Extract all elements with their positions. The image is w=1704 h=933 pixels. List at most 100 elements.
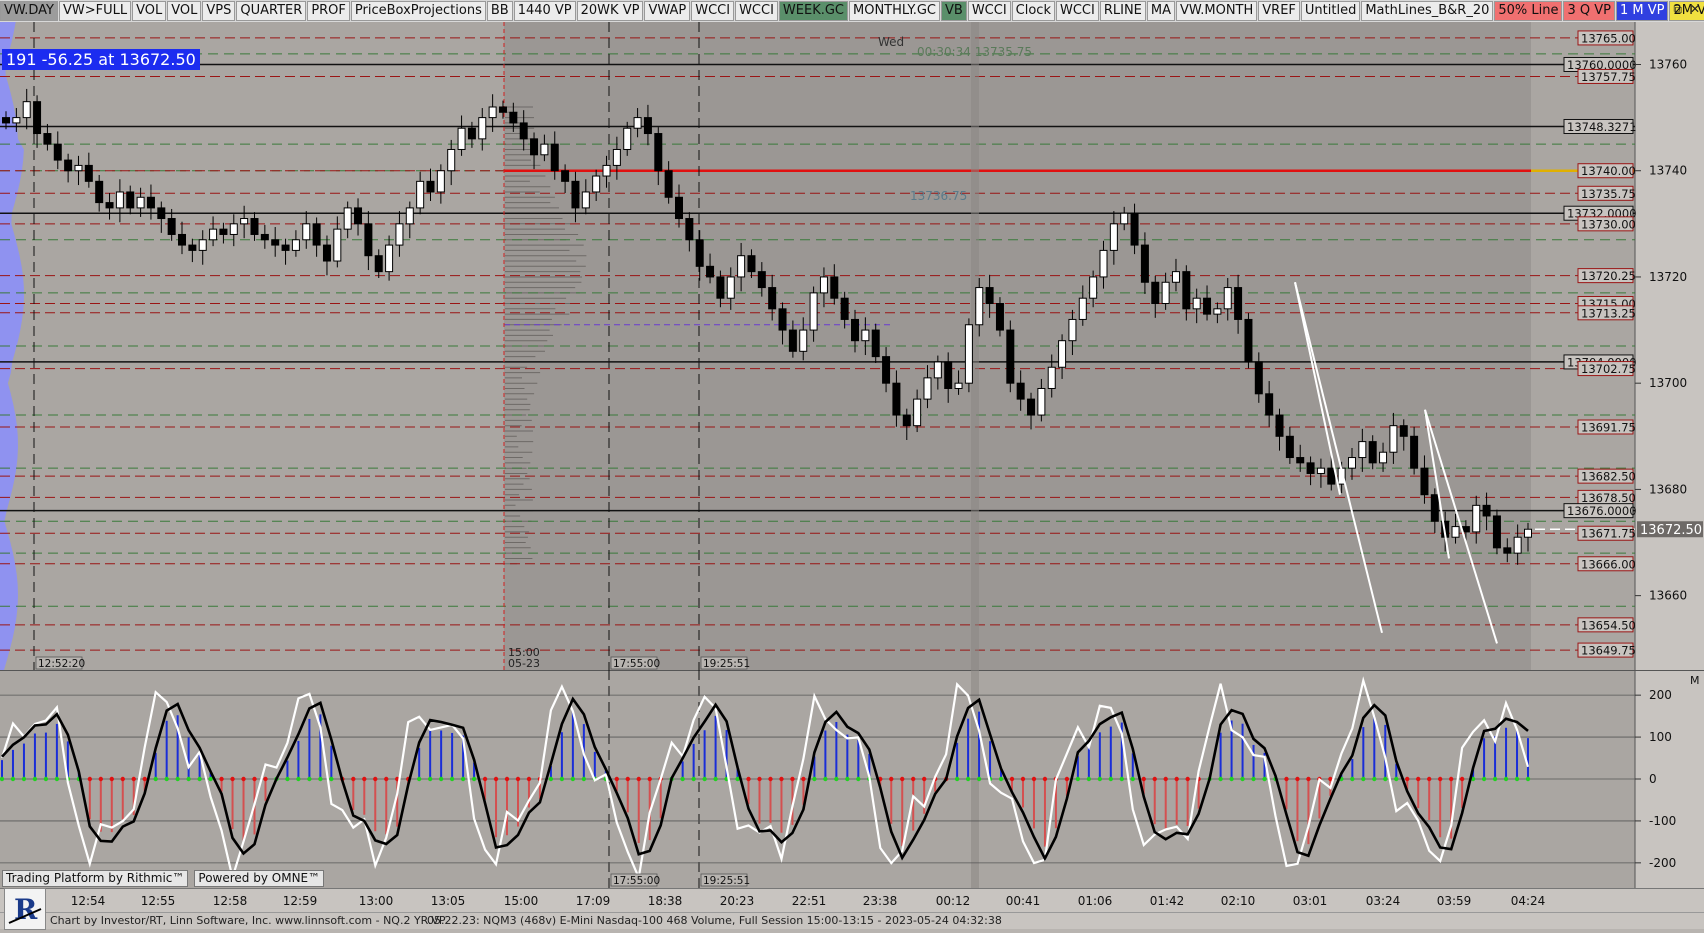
time-tick-label: 01:42 xyxy=(1149,894,1185,908)
toolbar-button-prof[interactable]: PROF xyxy=(307,1,350,21)
osc-zero-dot xyxy=(1020,776,1026,782)
vline-tag-text: 17:55:00 xyxy=(613,658,660,670)
osc-tick-label: -100 xyxy=(1649,814,1676,828)
toolbar-button-wcci[interactable]: WCCI xyxy=(691,1,735,21)
osc-zero-dot xyxy=(1097,776,1103,782)
candle-body xyxy=(1327,467,1336,485)
osc-zero-dot xyxy=(812,776,817,782)
osc-zero-dot xyxy=(21,776,27,782)
osc-zero-dot xyxy=(548,776,554,782)
toolbar-button-vol[interactable]: VOL xyxy=(132,1,167,21)
osc-zero-dot xyxy=(1372,776,1377,782)
osc-zero-dot xyxy=(559,776,565,782)
toolbar: VW.DAY VW>FULL VOL VOL VPS QUARTER PROF PriceBo… xyxy=(0,0,1704,23)
toolbar-button-vw-full[interactable]: VW>FULL xyxy=(59,1,132,21)
toolbar-button-vwap[interactable]: VWAP xyxy=(644,1,691,21)
candle-body xyxy=(12,117,21,124)
osc-zero-dot xyxy=(1426,776,1432,782)
candle-body xyxy=(1182,271,1191,310)
candle-body xyxy=(882,356,891,384)
osc-zero-dot xyxy=(153,776,158,782)
osc-zero-dot xyxy=(636,776,641,782)
osc-zero-dot xyxy=(175,776,180,782)
osc-zero-dot xyxy=(1459,776,1465,782)
osc-zero-dot xyxy=(790,776,795,782)
time-tick-label: 15:00 xyxy=(503,894,539,908)
candle-body xyxy=(757,271,766,289)
toolbar-button-1440-vp[interactable]: 1440 VP xyxy=(513,1,576,21)
candle-body xyxy=(488,106,497,119)
toolbar-button-untitled[interactable]: Untitled xyxy=(1300,1,1361,21)
time-tick-label: 23:38 xyxy=(862,894,898,908)
level-label-text: 13678.50 xyxy=(1581,491,1636,505)
osc-zero-dot xyxy=(1394,776,1399,782)
toolbar-button-vref[interactable]: VREF xyxy=(1258,1,1300,21)
time-tick-label: 01:06 xyxy=(1077,894,1113,908)
osc-zero-dot xyxy=(1086,776,1092,782)
price-chart[interactable]: 13765.0013760.000013757.7513748.32711374… xyxy=(0,22,1704,670)
candle-body xyxy=(1120,212,1129,225)
toolbar-button-rline[interactable]: RLINE xyxy=(1099,1,1146,21)
window-controls: ⧉ ✕ xyxy=(1673,2,1700,17)
osc-zero-dot xyxy=(416,776,422,782)
toolbar-button-20wk-vp[interactable]: 20WK VP xyxy=(576,1,644,21)
toolbar-button-wcci[interactable]: WCCI xyxy=(1055,1,1099,21)
osc-zero-dot xyxy=(856,776,861,782)
toolbar-button-ma[interactable]: MA xyxy=(1146,1,1175,21)
last-price-text: 13672.50 xyxy=(1640,523,1702,538)
close-window-icon[interactable]: ✕ xyxy=(1690,2,1700,17)
level-label-text: 13730.00 xyxy=(1581,217,1636,231)
candle-body xyxy=(2,117,10,124)
candle-body xyxy=(1316,467,1325,474)
oscillator-panel[interactable]: 200 100 0 -100 -200 17:55:00 19:25:51 M xyxy=(0,670,1704,888)
toolbar-button-quarter[interactable]: QUARTER xyxy=(236,1,307,21)
toolbar-button-monthly-gc[interactable]: MONTHLY.GC xyxy=(849,1,940,21)
candle-body xyxy=(809,292,818,331)
osc-zero-dot xyxy=(43,776,49,782)
candle-body xyxy=(550,143,559,172)
toolbar-button-vb[interactable]: VB xyxy=(941,1,967,21)
toolbar-button-clock[interactable]: Clock xyxy=(1011,1,1055,21)
osc-zero-dot xyxy=(131,776,136,782)
candle-body xyxy=(799,329,808,352)
toolbar-button-bb[interactable]: BB xyxy=(486,1,513,21)
osc-tick-label: 200 xyxy=(1649,688,1672,702)
osc-zero-dot xyxy=(318,776,323,782)
candle-body xyxy=(706,265,715,278)
time-tick-label: 12:59 xyxy=(282,894,318,908)
toolbar-button-vol[interactable]: VOL xyxy=(167,1,202,21)
candle-body xyxy=(478,117,487,140)
candle-body xyxy=(1047,366,1056,389)
osc-zero-dot xyxy=(230,776,235,782)
toolbar-button-vw-day[interactable]: VW.DAY xyxy=(0,1,58,21)
candle-body xyxy=(1140,244,1149,283)
time-tick-label: 22:51 xyxy=(791,894,827,908)
vline-tag-text: 19:25:51 xyxy=(703,658,750,670)
candle-body xyxy=(157,207,166,220)
restore-window-icon[interactable]: ⧉ xyxy=(1673,2,1682,17)
toolbar-button-1-m-vp[interactable]: 1 M VP xyxy=(1616,1,1669,21)
time-tick-label: 04:24 xyxy=(1510,894,1546,908)
candle-body xyxy=(1296,457,1305,464)
mid-level-label: 13736.75 xyxy=(910,189,967,203)
candle-body xyxy=(571,180,580,209)
toolbar-button-wcci[interactable]: WCCI xyxy=(967,1,1011,21)
time-tick-label: 03:24 xyxy=(1365,894,1401,908)
toolbar-button-3-q-vp[interactable]: 3 Q VP xyxy=(1563,1,1615,21)
osc-zero-dot xyxy=(449,776,455,782)
toolbar-button-week-gc[interactable]: WEEK.GC xyxy=(778,1,848,21)
toolbar-button-mathlines-b-r-20[interactable]: MathLines_B&R_20 xyxy=(1361,1,1494,21)
toolbar-button-vps[interactable]: VPS xyxy=(202,1,236,21)
osc-zero-dot xyxy=(252,776,257,782)
candle-body xyxy=(385,244,394,273)
candle-body xyxy=(22,101,31,119)
time-axis[interactable]: 12:54 12:55 12:58 12:59 13:00 13:05 15:00 17:09… xyxy=(0,888,1704,913)
level-label-text: 13702.75 xyxy=(1581,362,1636,376)
osc-zero-dot xyxy=(285,776,290,782)
toolbar-button-vw-month[interactable]: VW.MONTH xyxy=(1176,1,1258,21)
toolbar-button-50-line[interactable]: 50% Line xyxy=(1494,1,1563,21)
toolbar-button-priceboxprojections[interactable]: PriceBoxProjections xyxy=(350,1,486,21)
last-trade-banner: 191 -56.25 at 13672.50 xyxy=(2,49,200,70)
toolbar-button-wcci[interactable]: WCCI xyxy=(735,1,778,21)
osc-zero-dot xyxy=(1229,776,1234,782)
